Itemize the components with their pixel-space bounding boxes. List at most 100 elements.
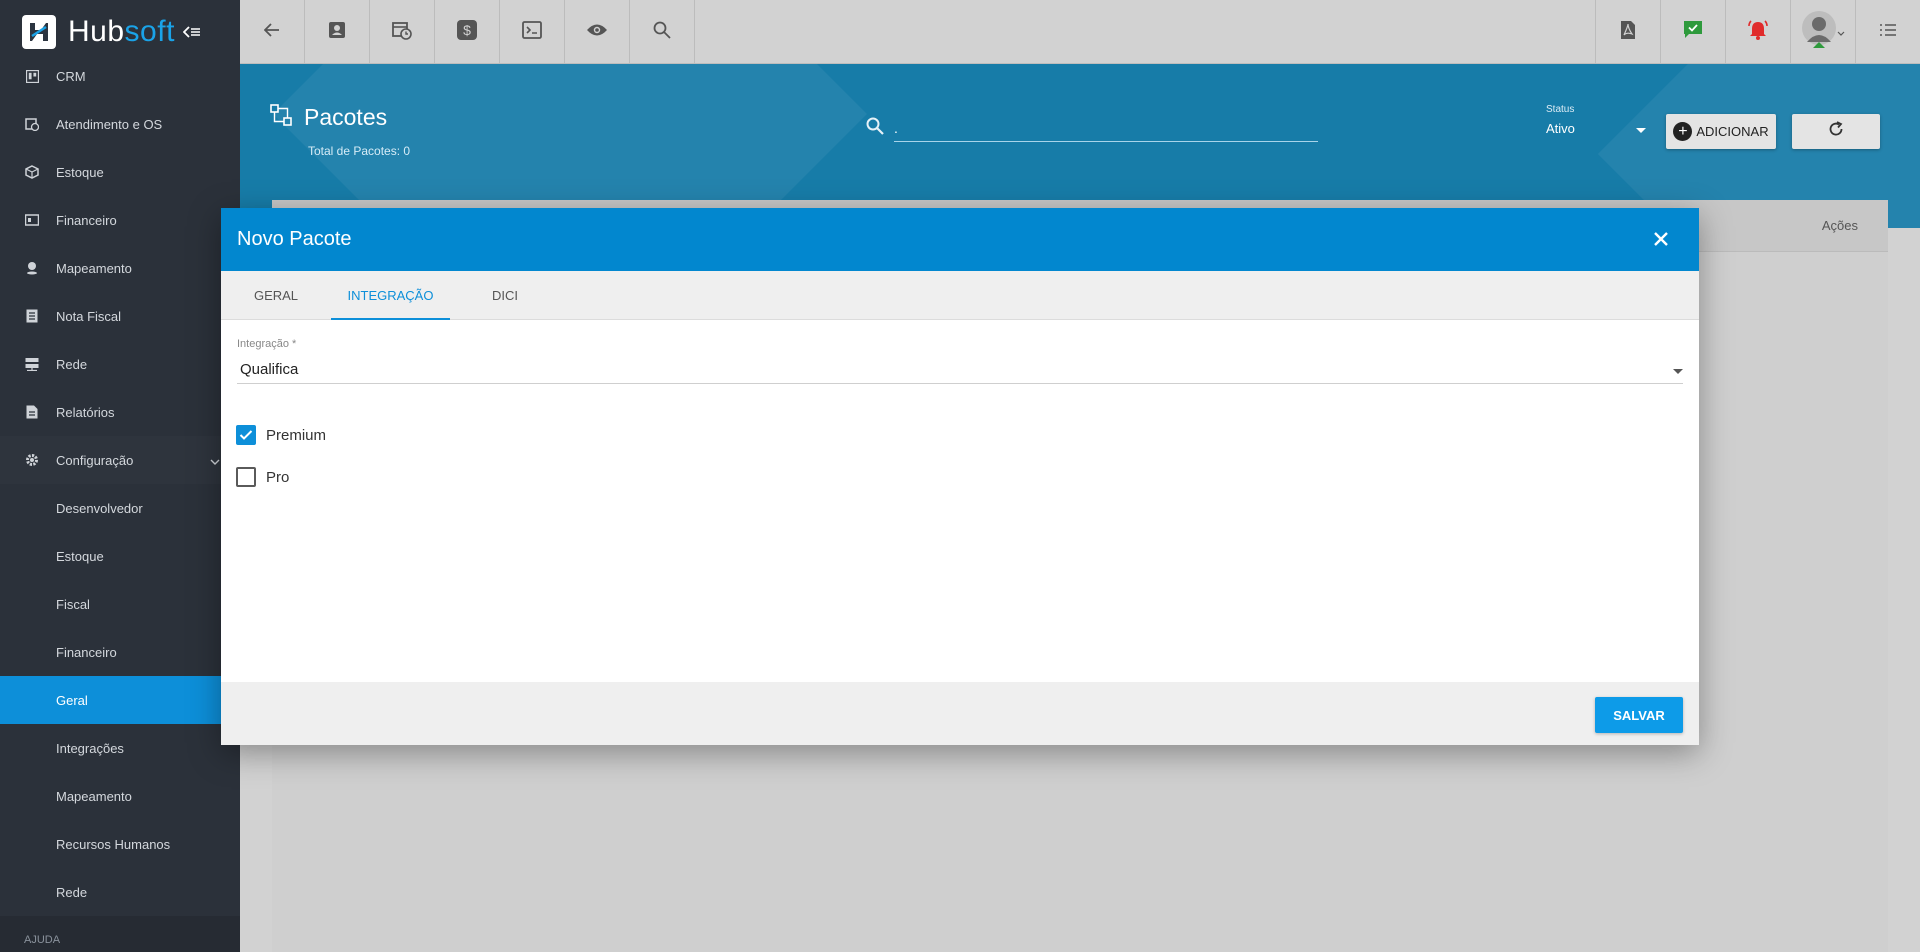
sidebar-item-label: Atendimento e OS (56, 116, 163, 132)
pro-checkbox-row[interactable]: Pro (236, 467, 289, 487)
sidebar-item-relatorios[interactable]: Relatórios (0, 388, 240, 436)
page-title-text: Pacotes (304, 104, 388, 130)
map-pin-icon (24, 260, 40, 276)
chevron-down-icon (1837, 23, 1845, 41)
sidebar-sub-integracoes[interactable]: Integrações (0, 724, 240, 772)
integracao-label: Integração * (237, 338, 297, 350)
finance-button[interactable]: $ (435, 0, 500, 64)
pdf-button[interactable] (1595, 0, 1660, 64)
pro-label: Pro (266, 468, 290, 486)
column-header-acoes: Ações (1821, 218, 1858, 233)
dialog-tabs: GERAL INTEGRAÇÃO DICI (221, 271, 1699, 320)
dialog-title: Novo Pacote (237, 228, 352, 250)
eye-icon (586, 23, 608, 42)
pro-checkbox[interactable] (236, 467, 256, 487)
search-icon (866, 117, 884, 140)
sidebar-sub-estoque[interactable]: Estoque (0, 532, 240, 580)
calendar-clock-icon (392, 20, 412, 45)
alarm-bell-icon (1747, 19, 1769, 45)
sidebar-item-mapeamento[interactable]: Mapeamento (0, 244, 240, 292)
contacts-button[interactable] (305, 0, 370, 64)
document-icon (24, 308, 40, 324)
search-button[interactable] (630, 0, 695, 64)
user-menu-button[interactable] (1790, 0, 1855, 64)
sidebar-item-label: Estoque (56, 164, 104, 180)
sidebar-item-label: Financeiro (56, 212, 117, 228)
sidebar-sub-fiscal[interactable]: Fiscal (0, 580, 240, 628)
close-icon[interactable] (1649, 227, 1673, 257)
sidebar-section-ajuda: AJUDA (0, 916, 240, 952)
server-icon (24, 356, 40, 372)
refresh-icon (1828, 121, 1844, 142)
sidebar-sub-mapeamento[interactable]: Mapeamento (0, 772, 240, 820)
contact-card-icon (328, 21, 346, 44)
sidebar-item-atendimento[interactable]: Atendimento e OS (0, 100, 240, 148)
logo-text-part2: soft (124, 15, 175, 48)
add-button-label: ADICIONAR (1696, 124, 1769, 139)
tab-geral[interactable]: GERAL (221, 271, 331, 320)
caret-down-icon (1673, 361, 1683, 378)
save-button[interactable]: SALVAR (1595, 697, 1683, 733)
logo-text: Hubsoft (68, 15, 175, 49)
status-filter[interactable]: Status Ativo (1546, 104, 1646, 136)
calendar-clock-icon (24, 116, 40, 132)
list-menu-button[interactable] (1855, 0, 1920, 64)
refresh-button[interactable] (1792, 114, 1880, 149)
money-icon (24, 212, 40, 228)
top-toolbar: $ (240, 0, 1920, 64)
search-bar (866, 114, 1318, 142)
plus-circle-icon: + (1673, 122, 1693, 141)
list-icon (1879, 23, 1897, 42)
alerts-button[interactable] (1725, 0, 1790, 64)
sidebar: CRM Atendimento e OS Estoque Financeiro … (0, 0, 240, 952)
sidebar-item-configuracao[interactable]: Configuração (0, 436, 240, 484)
terminal-button[interactable] (500, 0, 565, 64)
sidebar-item-nota-fiscal[interactable]: Nota Fiscal (0, 292, 240, 340)
tab-integracao[interactable]: INTEGRAÇÃO (331, 271, 450, 320)
add-button[interactable]: + ADICIONAR (1666, 114, 1776, 149)
sidebar-item-estoque[interactable]: Estoque (0, 148, 240, 196)
sidebar-item-label: Nota Fiscal (56, 308, 122, 324)
premium-checkbox[interactable] (236, 425, 256, 445)
sidebar-sub-geral[interactable]: Geral (0, 676, 240, 724)
search-icon (653, 21, 671, 44)
integracao-select[interactable]: Qualifica (237, 356, 1683, 384)
schedule-button[interactable] (370, 0, 435, 64)
sidebar-item-label: CRM (56, 68, 86, 84)
sidebar-item-financeiro[interactable]: Financeiro (0, 196, 240, 244)
sidebar-sub-rede[interactable]: Rede (0, 868, 240, 916)
logo-bar: Hubsoft (0, 0, 240, 64)
hubsoft-logo-icon (22, 15, 56, 49)
search-input[interactable] (894, 114, 1318, 142)
avatar (1801, 10, 1837, 55)
sidebar-item-label: Configuração (56, 452, 134, 468)
chat-check-icon (1683, 20, 1703, 45)
dialog-body: Integração * Qualifica Premium Pro (221, 320, 1699, 683)
page-title: Pacotes (270, 104, 387, 131)
sidebar-sub-recursos-humanos[interactable]: Recursos Humanos (0, 820, 240, 868)
terminal-icon (522, 20, 542, 44)
tab-dici[interactable]: DICI (450, 271, 560, 320)
view-button[interactable] (565, 0, 630, 64)
svg-text:$: $ (463, 22, 471, 38)
sidebar-sub-financeiro[interactable]: Financeiro (0, 628, 240, 676)
dollar-icon: $ (457, 19, 477, 45)
chevron-down-icon (210, 453, 220, 468)
collapse-menu-icon[interactable] (182, 21, 201, 44)
caret-down-icon (1636, 121, 1646, 136)
status-select[interactable]: Ativo (1546, 121, 1646, 136)
back-button[interactable] (240, 0, 305, 64)
status-label: Status (1546, 104, 1575, 115)
premium-checkbox-row[interactable]: Premium (236, 425, 326, 445)
sidebar-sub-desenvolvedor[interactable]: Desenvolvedor (0, 484, 240, 532)
new-package-dialog: Novo Pacote GERAL INTEGRAÇÃO DICI Integr… (221, 208, 1699, 745)
messages-button[interactable] (1660, 0, 1725, 64)
box-icon (24, 164, 40, 180)
integracao-value: Qualifica (240, 361, 299, 378)
status-value: Ativo (1546, 121, 1575, 136)
sidebar-item-label: Mapeamento (56, 260, 132, 276)
logo-text-part1: Hub (68, 15, 125, 48)
sidebar-item-label: Relatórios (56, 404, 115, 420)
sidebar-item-rede[interactable]: Rede (0, 340, 240, 388)
sidebar-item-label: Rede (56, 356, 88, 372)
